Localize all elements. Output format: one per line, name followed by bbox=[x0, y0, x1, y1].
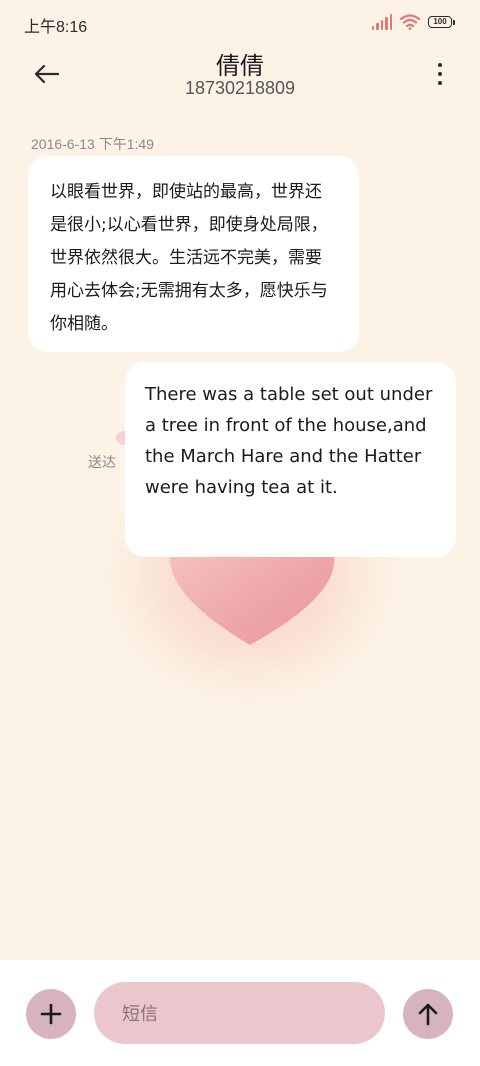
conversation-header: 倩倩 18730218809 bbox=[0, 44, 480, 104]
battery-level: 100 bbox=[433, 17, 447, 26]
more-options-button[interactable] bbox=[430, 56, 450, 92]
contact-number: 18730218809 bbox=[184, 78, 296, 98]
message-input[interactable]: 短信 bbox=[94, 982, 385, 1044]
incoming-message-bubble[interactable]: 以眼看世界，即使站的最高，世界还是很小;以心看世界，即使身处局限，世界依然很大。… bbox=[28, 156, 359, 352]
outgoing-message-bubble[interactable]: There was a table set out under a tree i… bbox=[125, 362, 456, 557]
incoming-message-text: 以眼看世界，即使站的最高，世界还是很小;以心看世界，即使身处局限，世界依然很大。… bbox=[50, 182, 328, 334]
plus-icon bbox=[40, 1003, 62, 1025]
wifi-icon bbox=[400, 14, 420, 30]
arrow-up-icon bbox=[418, 1003, 438, 1026]
message-composer: 短信 bbox=[0, 960, 480, 1066]
sent-status-label: 送达 bbox=[88, 454, 116, 470]
send-button[interactable] bbox=[403, 989, 453, 1039]
message-input-placeholder: 短信 bbox=[122, 1004, 158, 1024]
message-timestamp: 2016-6-13 下午1:49 bbox=[31, 136, 154, 152]
contact-name: 倩倩 bbox=[216, 53, 264, 80]
status-time: 上午8:16 bbox=[24, 19, 88, 36]
outgoing-message-text: There was a table set out under a tree i… bbox=[145, 384, 433, 498]
status-icons: 100 bbox=[372, 14, 455, 30]
attach-button[interactable] bbox=[26, 989, 76, 1039]
more-vertical-icon bbox=[438, 63, 442, 67]
battery-icon: 100 bbox=[428, 16, 455, 28]
status-bar: 上午8:16 100 bbox=[0, 0, 480, 44]
signal-icon bbox=[372, 14, 393, 30]
